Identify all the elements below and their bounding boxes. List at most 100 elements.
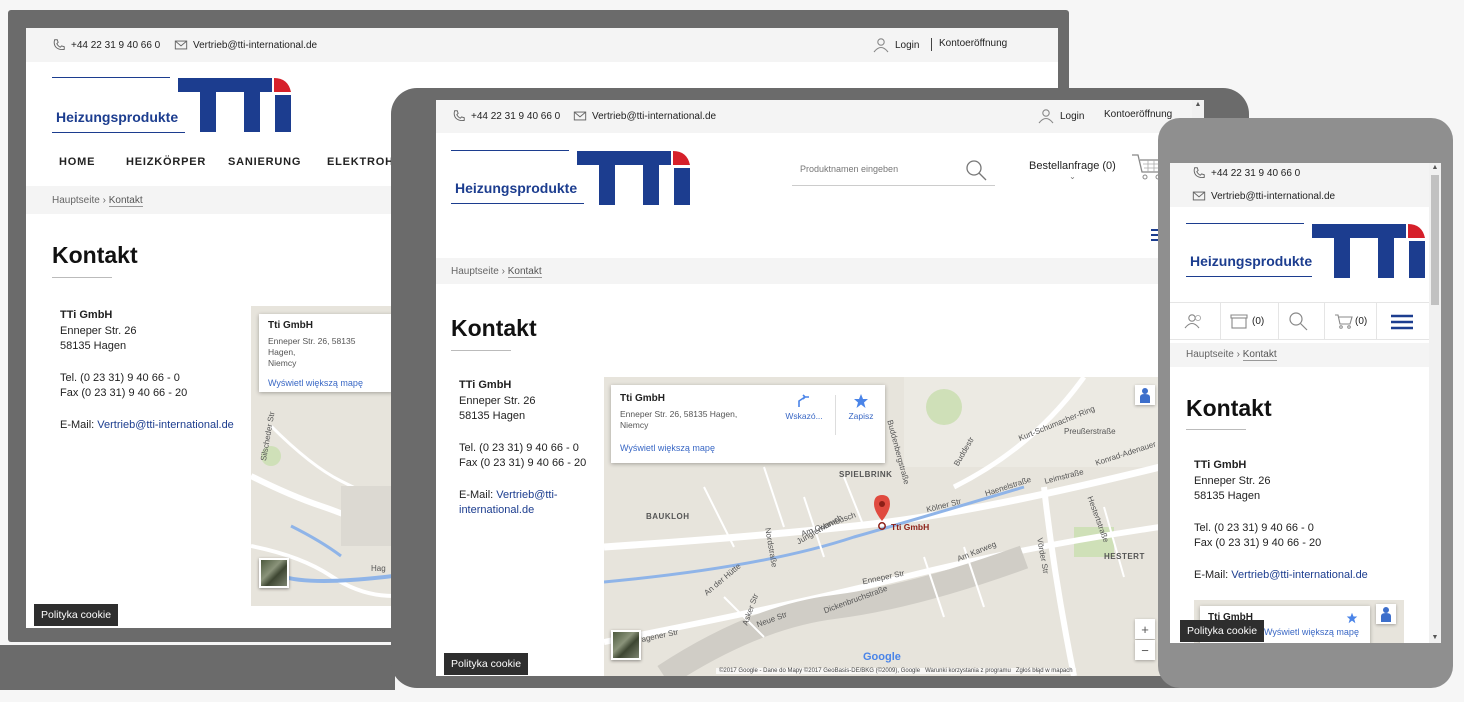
phone-scrollbar[interactable]: ▲ ▼ (1429, 163, 1441, 643)
map-pin-icon[interactable] (874, 495, 890, 531)
satellite-toggle[interactable] (611, 630, 641, 660)
star-icon[interactable] (1346, 612, 1358, 624)
satellite-toggle[interactable] (259, 558, 289, 588)
street-view-pegman[interactable] (1135, 385, 1155, 405)
zoom-in-button[interactable]: + (1135, 619, 1155, 639)
site-logo[interactable]: Heizungsprodukte (1186, 223, 1426, 283)
map-address-line: Enneper Str. 26, 58135 Hagen, (620, 409, 738, 419)
desktop-topbar: +44 22 31 9 40 66 0 Vertrieb@tti-interna… (26, 28, 1058, 62)
map-place-address: Enneper Str. 26, 58135 Hagen, Niemcy (620, 409, 876, 431)
cookie-policy-button[interactable]: Polityka cookie (1180, 620, 1265, 642)
email-contact[interactable]: Vertrieb@tti-international.de (1192, 189, 1335, 203)
scroll-thumb[interactable] (1431, 175, 1439, 305)
email-label: E-Mail: (459, 488, 497, 501)
login-link[interactable]: Login (1037, 108, 1084, 124)
product-search[interactable]: Produktnamen eingeben (792, 154, 995, 186)
phone-contact[interactable]: +44 22 31 9 40 66 0 (452, 109, 560, 123)
logo-rule-top (451, 150, 569, 151)
page-title: Kontakt (451, 315, 537, 341)
contact-block: TTi GmbH Enneper Str. 26 58135 Hagen Tel… (459, 378, 586, 519)
order-box-icon[interactable] (1230, 313, 1248, 329)
cart-icon[interactable] (1334, 313, 1354, 329)
map-label: Preußerstraße (1064, 427, 1116, 436)
contact-tel: Tel. (0 23 31) 9 40 66 - 0 (1194, 521, 1314, 534)
scroll-up-icon[interactable]: ▲ (1429, 163, 1441, 173)
site-logo[interactable]: Heizungsprodukte (52, 76, 292, 136)
larger-map-link[interactable]: Wyświetl większą mapę (620, 443, 876, 453)
logo-wordmark: Heizungsprodukte (56, 109, 179, 125)
email-label: E-Mail: (60, 418, 98, 431)
phone-screen: +44 22 31 9 40 66 0 Vertrieb@tti-interna… (1170, 163, 1441, 643)
email-contact[interactable]: Vertrieb@tti-international.de (174, 38, 317, 52)
contact-fax: Fax (0 23 31) 9 40 66 - 20 (459, 457, 587, 469)
tablet-screen: +44 22 31 9 40 66 0 Vertrieb@tti-interna… (436, 100, 1204, 676)
directions-button[interactable]: Wskazó... (783, 393, 825, 421)
phone-text: +44 22 31 9 40 66 0 (471, 110, 561, 122)
scroll-up-icon[interactable]: ▲ (1192, 100, 1204, 110)
menu-icon[interactable] (1391, 314, 1413, 330)
breadcrumb-home[interactable]: Hauptseite (52, 195, 100, 206)
contact-email-link[interactable]: Vertrieb@tti-international.de (97, 419, 234, 431)
email-label: E-Mail: (1194, 568, 1232, 581)
directions-label: Wskazó... (785, 411, 823, 421)
login-text: Login (895, 39, 920, 51)
nav-item-sanierung[interactable]: SANIERUNG (228, 156, 301, 168)
chevron-down-icon: ⌄ (1069, 172, 1076, 181)
search-icon[interactable] (964, 158, 988, 182)
email-text: Vertrieb@tti-international.de (592, 110, 717, 122)
map-address-line: Enneper Str. 26, 58135 Hagen, (268, 336, 356, 357)
user-icon[interactable] (1184, 313, 1204, 329)
pegman-icon (1138, 387, 1152, 403)
phone-icon (52, 38, 66, 52)
breadcrumb-home[interactable]: Hauptseite (1186, 349, 1234, 360)
street-view-pegman[interactable] (1376, 604, 1396, 624)
order-request[interactable]: Bestellanfrage (0) ⌄ (1029, 160, 1116, 181)
register-link[interactable]: Kontoeröffnung (1104, 109, 1172, 120)
scroll-down-icon[interactable]: ▼ (1429, 633, 1441, 643)
logo-rule-bottom (1186, 276, 1312, 277)
map-address-line: Niemcy (268, 358, 297, 368)
cart-count: (0) (1355, 316, 1368, 327)
breadcrumb-separator: › (1236, 349, 1240, 360)
email-contact[interactable]: Vertrieb@tti-international.de (573, 109, 716, 123)
contact-block: TTi GmbH Enneper Str. 26 58135 Hagen Tel… (1194, 458, 1368, 583)
contact-email-link-cont[interactable]: international.de (459, 504, 534, 516)
contact-email-link[interactable]: Vertrieb@tti-international.de (1231, 569, 1368, 581)
map-copyright: ©2017 Google - Dane do Mapy ©2017 GeoBas… (719, 668, 921, 674)
desktop-map[interactable]: Silscheder Str Hag Tti GmbH Enneper Str.… (251, 306, 393, 606)
map-report-link[interactable]: Zgłoś błąd w mapach (1016, 668, 1073, 674)
phone-contact[interactable]: +44 22 31 9 40 66 0 (1192, 166, 1300, 180)
map-address-line: Niemcy (620, 420, 649, 430)
tablet-topbar: +44 22 31 9 40 66 0 Vertrieb@tti-interna… (436, 100, 1204, 133)
logo-rule-top (1186, 223, 1304, 224)
cookie-policy-button[interactable]: Polityka cookie (444, 653, 529, 675)
contact-email-line: E-Mail: Vertrieb@tti-international.de (1194, 568, 1368, 584)
map-label: Hag (371, 564, 386, 573)
nav-item-heizkoerper[interactable]: HEIZKÖRPER (126, 156, 206, 168)
tablet-map[interactable]: SPIELBRINK BAUKLOH HESTERT Jungfernbruch… (604, 377, 1160, 676)
phone-contact[interactable]: +44 22 31 9 40 66 0 (52, 38, 160, 52)
register-text: Kontoeröffnung (1104, 109, 1173, 120)
save-button[interactable]: Zapisz (843, 393, 879, 421)
map-terms-link[interactable]: Warunki korzystania z programu (925, 668, 1011, 674)
nav-item-home[interactable]: HOME (59, 156, 95, 168)
page-title: Kontakt (1186, 395, 1272, 421)
envelope-icon (1192, 189, 1206, 203)
login-link[interactable]: Login (872, 37, 919, 53)
register-link[interactable]: Kontoeröffnung (939, 38, 1007, 49)
contact-tel: Tel. (0 23 31) 9 40 66 - 0 (60, 371, 180, 384)
contact-email-link[interactable]: Vertrieb@tti- (496, 489, 557, 501)
tti-logo-icon (1312, 224, 1425, 278)
search-icon[interactable] (1288, 311, 1308, 331)
contact-city: 58135 Hagen (60, 340, 127, 352)
pegman-icon (1379, 606, 1393, 622)
divider (931, 38, 932, 51)
desktop-stand (0, 645, 395, 690)
zoom-out-button[interactable]: − (1135, 640, 1155, 660)
larger-map-link[interactable]: Wyświetl większą mapę (268, 378, 384, 388)
breadcrumb-current: Kontakt (507, 266, 542, 278)
breadcrumb-home[interactable]: Hauptseite (451, 266, 499, 277)
site-logo[interactable]: Heizungsprodukte (451, 150, 691, 210)
cookie-policy-button[interactable]: Polityka cookie (34, 604, 119, 626)
search-input[interactable]: Produktnamen eingeben (800, 164, 898, 174)
